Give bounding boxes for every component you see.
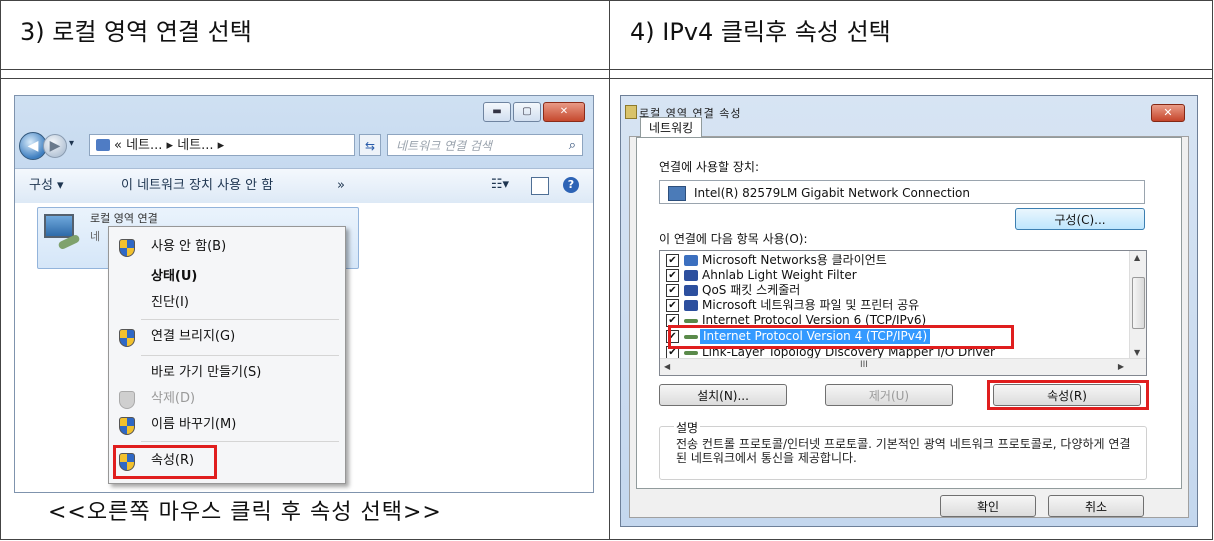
checkbox[interactable]: ✔ <box>666 254 679 267</box>
checkbox[interactable]: ✔ <box>666 284 679 297</box>
shield-icon <box>119 391 135 409</box>
highlight-properties-button <box>987 380 1149 410</box>
items-list: ✔ Microsoft Networks용 클라이언트 ✔ Ahnlab Lig… <box>659 250 1147 376</box>
search-input[interactable]: 네트워크 연결 검색 ⌕ <box>387 134 583 156</box>
scroll-right-icon[interactable]: ▶ <box>1118 362 1124 371</box>
client-icon <box>684 255 698 266</box>
close-icon[interactable]: ✕ <box>1151 104 1185 122</box>
protocol-icon <box>684 319 698 323</box>
checkbox[interactable]: ✔ <box>666 299 679 312</box>
install-button[interactable]: 설치(N)... <box>659 384 787 406</box>
ok-button[interactable]: 확인 <box>940 495 1036 517</box>
help-icon[interactable]: ? <box>563 177 579 193</box>
scroll-thumb[interactable] <box>1132 277 1145 329</box>
column-divider <box>609 1 610 539</box>
device-name: Intel(R) 82579LM Gigabit Network Connect… <box>694 186 970 200</box>
address-bar[interactable]: « 네트... ▸ 네트... ▸ <box>89 134 355 156</box>
menu-item-shortcut[interactable]: 바로 가기 만들기(S) <box>109 361 345 385</box>
scroll-grip[interactable]: III <box>860 360 868 370</box>
forward-icon[interactable]: ▶ <box>43 134 67 158</box>
more-commands-button[interactable]: » <box>337 169 345 203</box>
network-icon <box>625 105 637 119</box>
search-icon[interactable]: ⌕ <box>569 135 576 157</box>
menu-separator <box>141 319 339 320</box>
cancel-button[interactable]: 취소 <box>1048 495 1144 517</box>
checkbox[interactable]: ✔ <box>666 269 679 282</box>
shield-icon <box>119 417 135 435</box>
view-options-icon[interactable]: ☷▾ <box>487 177 513 193</box>
context-menu: 사용 안 함(B) 상태(U) 진단(I) 연결 브리지(G) 바로 가기 만들… <box>108 226 346 484</box>
organize-button[interactable]: 구성 ▾ <box>29 169 64 203</box>
address-text: « 네트... ▸ 네트... ▸ <box>114 138 225 153</box>
left-caption: <<오른쪽 마우스 클릭 후 속성 선택>> <box>48 500 442 525</box>
close-icon[interactable]: ✕ <box>543 102 585 122</box>
scroll-up-icon[interactable]: ▲ <box>1134 253 1140 262</box>
shield-icon <box>119 239 135 257</box>
connection-name: 로컬 영역 연결 <box>90 212 158 225</box>
menu-item-status[interactable]: 상태(U) <box>109 265 345 289</box>
networking-panel: 연결에 사용할 장치: Intel(R) 82579LM Gigabit Net… <box>636 137 1182 489</box>
device-field: Intel(R) 82579LM Gigabit Network Connect… <box>659 180 1145 204</box>
horizontal-scrollbar[interactable]: ◀ III ▶ <box>660 358 1146 375</box>
navigation-bar: ◀ ▶ ▾ « 네트... ▸ 네트... ▸ ⇆ 네트워크 연결 검색 ⌕ <box>15 130 593 164</box>
service-icon <box>684 285 698 296</box>
recent-pages-icon[interactable]: ▾ <box>69 138 74 149</box>
row-divider <box>1 78 1212 79</box>
left-step-title: 3) 로컬 영역 연결 선택 <box>20 18 252 46</box>
scroll-left-icon[interactable]: ◀ <box>664 362 670 371</box>
menu-separator <box>141 355 339 356</box>
description-title: 설명 <box>674 419 701 436</box>
scroll-down-icon[interactable]: ▼ <box>1134 348 1140 357</box>
vertical-scrollbar[interactable]: ▲ ▼ <box>1129 251 1146 359</box>
preview-pane-icon[interactable] <box>531 177 549 195</box>
command-bar: 구성 ▾ 이 네트워크 장치 사용 안 함 » ☷▾ ? <box>15 168 593 204</box>
network-connection-icon <box>44 214 81 252</box>
menu-item-disable[interactable]: 사용 안 함(B) <box>109 235 345 259</box>
row-divider <box>1 69 1212 70</box>
service-icon <box>684 270 698 281</box>
disable-device-button[interactable]: 이 네트워크 장치 사용 안 함 <box>121 169 273 203</box>
connection-status: 네 <box>90 230 101 243</box>
refresh-icon[interactable]: ⇆ <box>359 134 381 156</box>
device-label: 연결에 사용할 장치: <box>659 160 759 174</box>
items-label: 이 연결에 다음 항목 사용(O): <box>659 232 808 246</box>
maximize-icon[interactable]: ▢ <box>513 102 541 122</box>
minimize-icon[interactable]: ▬ <box>483 102 511 122</box>
menu-item-bridge[interactable]: 연결 브리지(G) <box>109 325 345 349</box>
properties-dialog: 로컬 영역 연결 속성 ✕ 네트워킹 연결에 사용할 장치: Intel(R) … <box>620 95 1198 527</box>
search-placeholder: 네트워크 연결 검색 <box>396 139 492 153</box>
dialog-body: 네트워킹 연결에 사용할 장치: Intel(R) 82579LM Gigabi… <box>629 117 1189 518</box>
protocol-icon <box>684 351 698 355</box>
tab-networking[interactable]: 네트워킹 <box>640 117 703 138</box>
description-text: 전송 컨트롤 프로토콜/인터넷 프로토콜. 기본적인 광역 네트워크 프로토콜로… <box>676 437 1131 465</box>
menu-item-rename[interactable]: 이름 바꾸기(M) <box>109 413 345 437</box>
menu-item-diagnose[interactable]: 진단(I) <box>109 291 345 315</box>
service-icon <box>684 300 698 311</box>
highlight-properties <box>113 445 217 479</box>
menu-item-delete: 삭제(D) <box>109 387 345 411</box>
right-step-title: 4) IPv4 클릭후 속성 선택 <box>630 18 891 46</box>
shield-icon <box>119 329 135 347</box>
network-adapter-icon <box>668 186 686 201</box>
window-controls: ▬ ▢ ✕ <box>483 102 585 122</box>
configure-button[interactable]: 구성(C)... <box>1015 208 1145 230</box>
highlight-ipv4 <box>668 325 1014 349</box>
network-folder-icon <box>96 139 110 151</box>
uninstall-button: 제거(U) <box>825 384 953 406</box>
description-group: 설명 전송 컨트롤 프로토콜/인터넷 프로토콜. 기본적인 광역 네트워크 프로… <box>659 419 1147 480</box>
menu-separator <box>141 441 339 442</box>
